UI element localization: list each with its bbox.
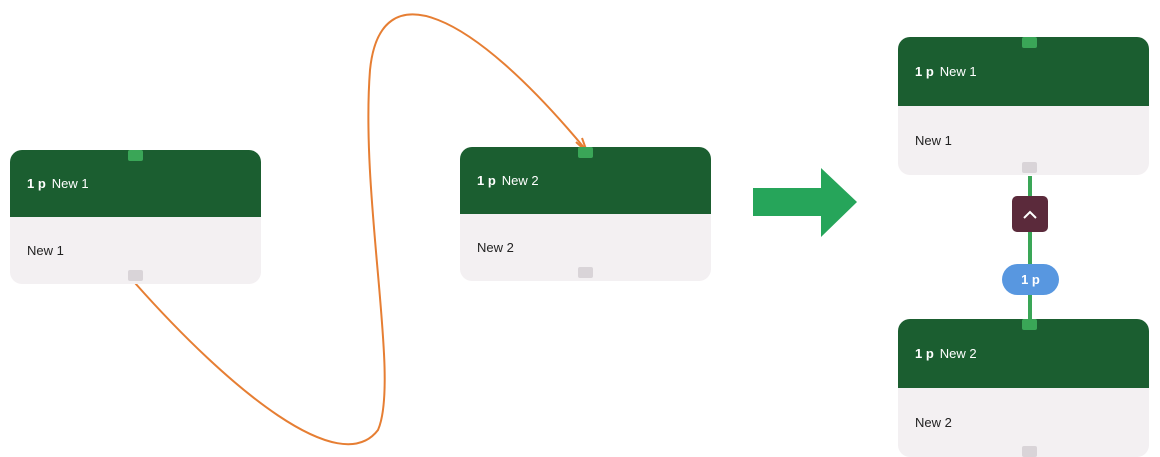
node-body-text: New 1 xyxy=(915,133,952,148)
edge-count-badge[interactable]: 1 p xyxy=(1002,264,1059,295)
node-new-2-after[interactable]: 1 p New 2 New 2 xyxy=(898,319,1149,457)
transition-arrow-icon xyxy=(753,168,857,237)
node-new-2-before[interactable]: 1 p New 2 New 2 xyxy=(460,147,711,281)
output-port[interactable] xyxy=(1022,162,1037,173)
node-count: 1 p xyxy=(27,176,46,191)
output-port[interactable] xyxy=(578,267,593,278)
collapse-button[interactable] xyxy=(1012,196,1048,232)
node-body-text: New 1 xyxy=(27,243,64,258)
input-port[interactable] xyxy=(128,150,143,161)
node-body-text: New 2 xyxy=(915,415,952,430)
output-port[interactable] xyxy=(1022,446,1037,457)
node-title: New 2 xyxy=(939,346,977,361)
node-title: New 2 xyxy=(501,173,539,188)
node-count: 1 p xyxy=(915,346,934,361)
input-port[interactable] xyxy=(1022,37,1037,48)
input-port[interactable] xyxy=(1022,319,1037,330)
node-new-1-after[interactable]: 1 p New 1 New 1 xyxy=(898,37,1149,175)
chevron-up-icon xyxy=(1023,210,1037,219)
node-count: 1 p xyxy=(915,64,934,79)
node-title: New 1 xyxy=(939,64,977,79)
input-port[interactable] xyxy=(578,147,593,158)
node-body-text: New 2 xyxy=(477,240,514,255)
node-new-1-before[interactable]: 1 p New 1 New 1 xyxy=(10,150,261,284)
node-count: 1 p xyxy=(477,173,496,188)
node-title: New 1 xyxy=(51,176,89,191)
output-port[interactable] xyxy=(128,270,143,281)
